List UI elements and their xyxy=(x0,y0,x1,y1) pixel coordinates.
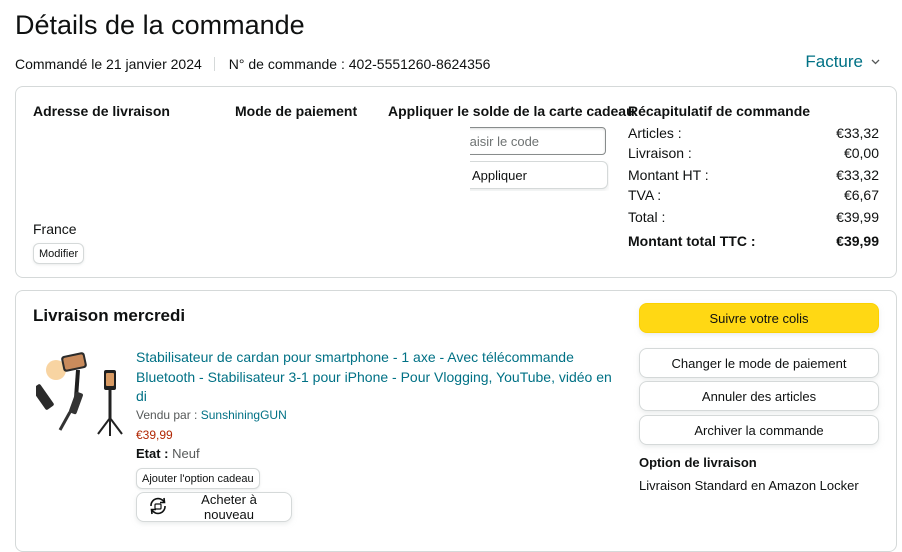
add-gift-option-button[interactable]: Ajouter l'option cadeau xyxy=(136,468,260,489)
summary-label: Montant HT : xyxy=(628,167,709,183)
shipping-country: France xyxy=(33,221,77,237)
condition-label: Etat : xyxy=(136,446,169,461)
apply-gift-card-button[interactable]: Appliquer xyxy=(470,161,608,189)
shipping-address-heading: Adresse de livraison xyxy=(33,103,170,119)
product-condition: Etat : Neuf xyxy=(136,446,200,461)
change-payment-button[interactable]: Changer le mode de paiement xyxy=(639,348,879,378)
sold-by: Vendu par : SunshiningGUN xyxy=(136,408,287,422)
summary-row-grand-total: Montant total TTC : €39,99 xyxy=(628,233,879,249)
summary-value: €6,67 xyxy=(843,187,879,203)
rebuy-icon xyxy=(147,495,169,520)
edit-address-button[interactable]: Modifier xyxy=(33,243,85,264)
seller-link[interactable]: SunshiningGUN xyxy=(201,408,287,422)
meta-divider xyxy=(213,57,215,71)
summary-row-total: Total : €39,99 xyxy=(628,209,879,225)
summary-label: Total : xyxy=(628,209,666,225)
payment-method-heading: Mode de paiement xyxy=(235,103,358,119)
apply-button-wrap: Appliquer xyxy=(470,161,609,191)
summary-label: Livraison : xyxy=(628,145,692,161)
order-date: Commandé le 21 janvier 2024 xyxy=(15,56,202,72)
gift-card-heading: Appliquer le solde de la carte cadeau xyxy=(388,103,635,119)
chevron-down-icon xyxy=(871,56,880,68)
summary-row-shipping: Livraison : €0,00 xyxy=(628,145,879,161)
shipping-option-value: Livraison Standard en Amazon Locker xyxy=(639,478,859,493)
summary-row-items: Articles : €33,32 xyxy=(628,125,879,141)
shipping-option-heading: Option de livraison xyxy=(639,455,757,470)
product-image[interactable] xyxy=(32,348,126,438)
cancel-items-button[interactable]: Annuler des articles xyxy=(639,381,879,411)
summary-label: Articles : xyxy=(628,125,682,141)
product-price: €39,99 xyxy=(136,428,173,442)
order-meta: Commandé le 21 janvier 2024 N° de comman… xyxy=(15,56,490,72)
summary-value: €0,00 xyxy=(843,145,879,161)
summary-row-subtotal: Montant HT : €33,32 xyxy=(628,167,879,183)
gift-code-input[interactable] xyxy=(470,127,606,155)
summary-value: €39,99 xyxy=(836,233,879,249)
page-title: Détails de la commande xyxy=(15,10,305,40)
summary-value: €33,32 xyxy=(836,125,879,141)
buy-again-button[interactable]: Acheter à nouveau xyxy=(136,492,292,522)
invoice-dropdown[interactable]: Facture xyxy=(805,52,880,72)
summary-label: Montant total TTC : xyxy=(628,233,756,249)
delivery-heading: Livraison mercredi xyxy=(33,306,186,325)
summary-label: TVA : xyxy=(628,187,662,203)
buy-again-label: Acheter à nouveau xyxy=(201,492,257,522)
sold-by-label: Vendu par : xyxy=(136,408,201,422)
order-number: N° de commande : 402-5551260-8624356 xyxy=(228,56,491,72)
summary-value: €33,32 xyxy=(836,167,879,183)
order-recap-heading: Récapitulatif de commande xyxy=(628,103,811,119)
invoice-label: Facture xyxy=(805,52,863,71)
gift-code-field-wrap xyxy=(470,127,608,157)
product-title-link[interactable]: Stabilisateur de cardan pour smartphone … xyxy=(136,348,616,407)
archive-order-button[interactable]: Archiver la commande xyxy=(639,415,879,445)
summary-row-vat: TVA : €6,67 xyxy=(628,187,879,203)
track-package-button[interactable]: Suivre votre colis xyxy=(639,303,879,333)
summary-value: €39,99 xyxy=(836,209,879,225)
condition-value: Neuf xyxy=(168,446,200,461)
